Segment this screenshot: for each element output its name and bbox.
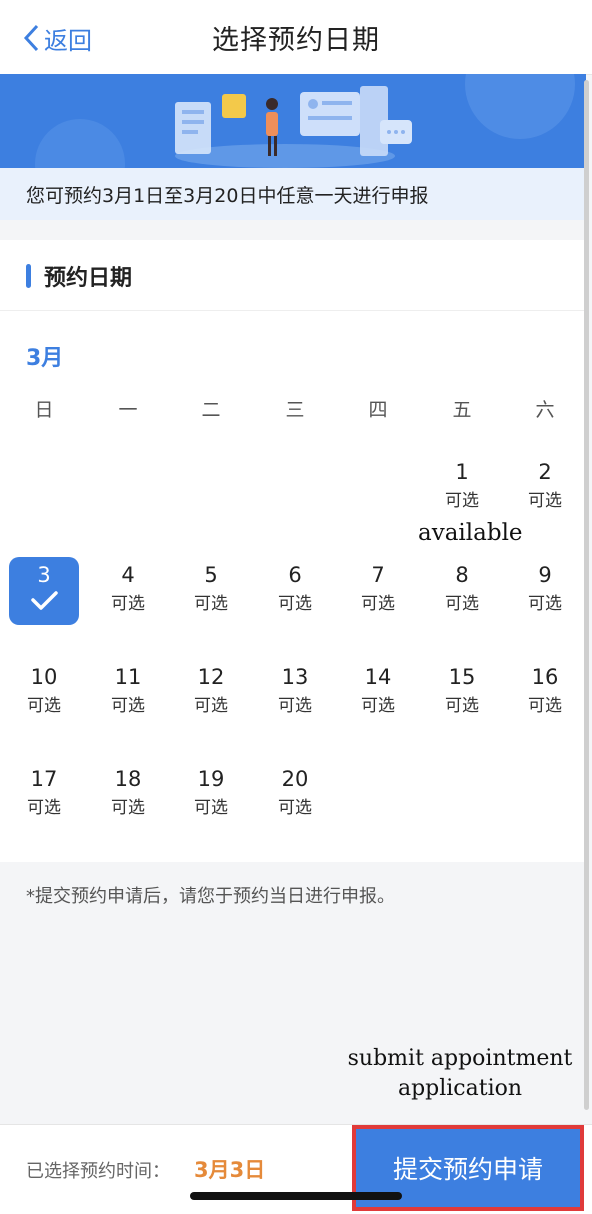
day-number: 2 bbox=[538, 460, 552, 484]
day-available-label: 可选 bbox=[361, 594, 395, 614]
day-available-label: 可选 bbox=[445, 696, 479, 716]
annotation-available: available bbox=[418, 520, 523, 546]
calendar-day-13[interactable]: 13 可选 bbox=[260, 659, 330, 727]
day-available-label: 可选 bbox=[528, 491, 562, 511]
page-title: 选择预约日期 bbox=[212, 25, 380, 56]
calendar-day-2[interactable]: 2 可选 bbox=[510, 454, 580, 522]
day-number: 9 bbox=[538, 563, 552, 587]
day-number: 16 bbox=[531, 665, 559, 689]
calendar-card: 预约日期 3月 日 一 二 三 四 五 六 1 可选 2 可选 3 4 可选 5… bbox=[0, 240, 586, 862]
day-available-label: 可选 bbox=[194, 696, 228, 716]
calendar-day-8[interactable]: 8 可选 bbox=[427, 557, 497, 625]
calendar-day-4[interactable]: 4 可选 bbox=[93, 557, 163, 625]
day-number: 11 bbox=[114, 665, 142, 689]
day-number: 1 bbox=[455, 460, 469, 484]
day-number: 19 bbox=[197, 767, 225, 791]
day-number: 4 bbox=[121, 563, 135, 587]
day-available-label: 可选 bbox=[194, 594, 228, 614]
day-available-label: 可选 bbox=[278, 798, 312, 818]
day-available-label: 可选 bbox=[445, 594, 479, 614]
day-available-label: 可选 bbox=[528, 696, 562, 716]
day-number: 18 bbox=[114, 767, 142, 791]
day-number: 7 bbox=[371, 563, 385, 587]
check-icon bbox=[31, 591, 58, 610]
day-number: 6 bbox=[288, 563, 302, 587]
day-number: 3 bbox=[37, 563, 51, 587]
calendar-day-12[interactable]: 12 可选 bbox=[176, 659, 246, 727]
calendar-day-17[interactable]: 17 可选 bbox=[9, 761, 79, 829]
footnote: *提交预约申请后，请您于预约当日进行申报。 bbox=[26, 886, 395, 907]
calendar-day-16[interactable]: 16 可选 bbox=[510, 659, 580, 727]
day-number: 8 bbox=[455, 563, 469, 587]
annotation-submit: submit appointment application bbox=[340, 1044, 580, 1104]
day-available-label: 可选 bbox=[111, 696, 145, 716]
calendar-day-20[interactable]: 20 可选 bbox=[260, 761, 330, 829]
calendar-day-1[interactable]: 1 可选 bbox=[427, 454, 497, 522]
day-number: 10 bbox=[30, 665, 58, 689]
day-number: 14 bbox=[364, 665, 392, 689]
calendar-grid: 1 可选 2 可选 3 4 可选 5 可选 6 可选 7 可选 8 可选 9 可… bbox=[0, 240, 586, 862]
annotation-submit-line1: submit appointment bbox=[347, 1046, 573, 1071]
day-available-label: 可选 bbox=[278, 594, 312, 614]
annotation-submit-line2: application bbox=[397, 1076, 523, 1101]
day-available-label: 可选 bbox=[27, 696, 61, 716]
calendar-day-5[interactable]: 5 可选 bbox=[176, 557, 246, 625]
day-number: 20 bbox=[281, 767, 309, 791]
date-range-notice: 您可预约3月1日至3月20日中任意一天进行申报 bbox=[0, 168, 586, 220]
calendar-day-19[interactable]: 19 可选 bbox=[176, 761, 246, 829]
day-available-label: 可选 bbox=[111, 594, 145, 614]
selected-time-value: 3月3日 bbox=[194, 1158, 266, 1182]
day-available-label: 可选 bbox=[528, 594, 562, 614]
nav-bar: 返回 选择预约日期 bbox=[0, 0, 592, 75]
home-indicator[interactable] bbox=[190, 1192, 402, 1200]
day-available-label: 可选 bbox=[278, 696, 312, 716]
day-number: 5 bbox=[204, 563, 218, 587]
calendar-day-6[interactable]: 6 可选 bbox=[260, 557, 330, 625]
day-available-label: 可选 bbox=[361, 696, 395, 716]
calendar-day-15[interactable]: 15 可选 bbox=[427, 659, 497, 727]
banner-art bbox=[35, 74, 575, 168]
calendar-day-9[interactable]: 9 可选 bbox=[510, 557, 580, 625]
calendar-day-14[interactable]: 14 可选 bbox=[343, 659, 413, 727]
calendar-day-3[interactable]: 3 bbox=[9, 557, 79, 625]
day-available-label: 可选 bbox=[194, 798, 228, 818]
calendar-day-18[interactable]: 18 可选 bbox=[93, 761, 163, 829]
day-number: 17 bbox=[30, 767, 58, 791]
bottom-bar: 已选择预约时间： 3月3日 提交预约申请 bbox=[0, 1124, 592, 1214]
day-available-label: 可选 bbox=[27, 798, 61, 818]
calendar-day-7[interactable]: 7 可选 bbox=[343, 557, 413, 625]
day-available-label: 可选 bbox=[445, 491, 479, 511]
scrollbar[interactable] bbox=[584, 80, 589, 1110]
calendar-day-11[interactable]: 11 可选 bbox=[93, 659, 163, 727]
calendar-day-10[interactable]: 10 可选 bbox=[9, 659, 79, 727]
day-number: 15 bbox=[448, 665, 476, 689]
banner-illustration bbox=[0, 74, 586, 168]
day-number: 13 bbox=[281, 665, 309, 689]
day-number: 12 bbox=[197, 665, 225, 689]
selected-time-label: 已选择预约时间： bbox=[26, 1161, 170, 1182]
day-available-label: 可选 bbox=[111, 798, 145, 818]
